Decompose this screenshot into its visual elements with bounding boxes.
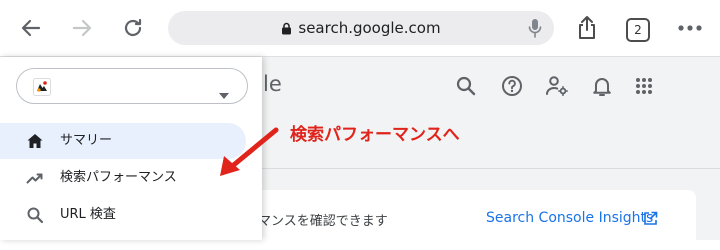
card-description: マンスを確認できます — [258, 214, 388, 229]
address-bar[interactable]: search.google.com — [168, 11, 554, 45]
share-icon[interactable] — [567, 8, 607, 48]
dropdown-caret-icon — [219, 84, 229, 103]
property-selector[interactable] — [16, 68, 248, 104]
sidebar-item-label: URL 検査 — [60, 207, 116, 222]
notifications-icon[interactable] — [587, 71, 617, 101]
open-in-new-icon[interactable] — [643, 211, 658, 230]
forward-icon[interactable] — [62, 8, 102, 48]
more-menu-icon[interactable] — [670, 8, 710, 48]
manage-users-icon[interactable] — [542, 71, 572, 101]
sidebar-item-label: 検索パフォーマンス — [60, 170, 177, 185]
annotation-label: 検索パフォーマンスへ — [290, 125, 460, 145]
search-icon — [26, 206, 44, 224]
help-icon[interactable] — [497, 71, 527, 101]
site-favicon-icon — [33, 78, 51, 96]
apps-grid-icon[interactable] — [629, 71, 659, 101]
home-icon — [26, 132, 44, 150]
search-icon[interactable] — [451, 71, 481, 101]
back-icon[interactable] — [11, 8, 51, 48]
tab-count-button[interactable]: 2 — [626, 18, 650, 42]
lock-icon — [281, 13, 292, 47]
sidebar-item-label: サマリー — [60, 133, 113, 148]
trending-up-icon — [26, 169, 44, 187]
annotation-arrow-icon — [210, 126, 282, 184]
app-title-fragment: le — [263, 72, 282, 96]
browser-toolbar: search.google.com 2 — [0, 0, 720, 57]
microphone-icon[interactable] — [528, 18, 542, 42]
sidebar-item-url-inspection[interactable]: URL 検査 — [0, 197, 246, 233]
search-console-insights-link[interactable]: Search Console Insights — [486, 210, 653, 226]
url-text: search.google.com — [298, 19, 441, 37]
reload-icon[interactable] — [113, 8, 153, 48]
content-divider — [262, 168, 720, 169]
